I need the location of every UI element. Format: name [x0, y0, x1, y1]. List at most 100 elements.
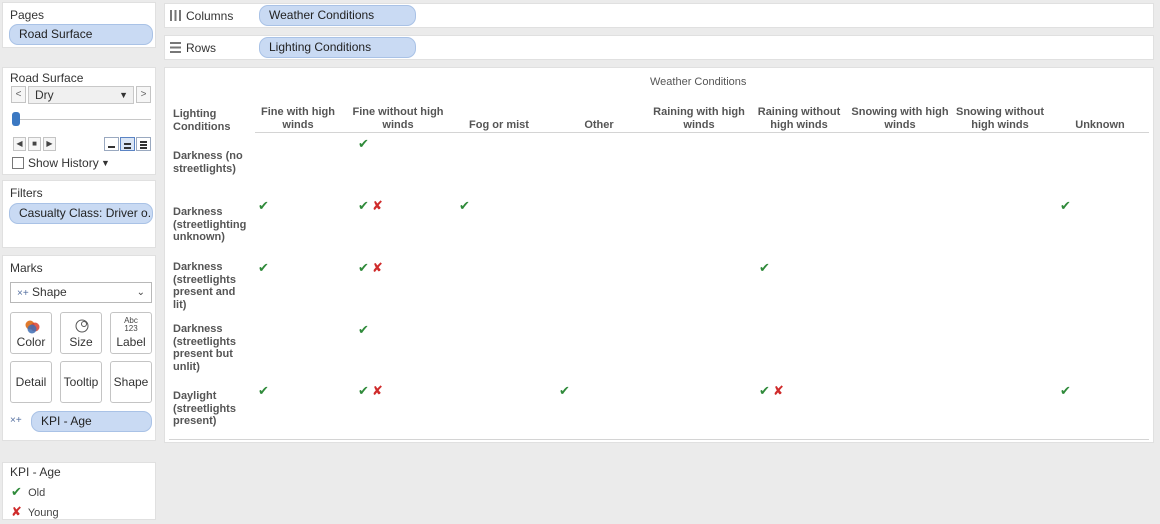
- mark-old-checkmark-icon[interactable]: ✔: [559, 384, 570, 397]
- column-header[interactable]: Raining without high winds: [753, 106, 845, 132]
- color-label: Color: [16, 335, 46, 349]
- page-slider-track[interactable]: [13, 119, 151, 120]
- mark-young-cross-icon[interactable]: ✘: [372, 261, 383, 274]
- page-slider-thumb[interactable]: [12, 112, 20, 126]
- legend-item-old[interactable]: ✔ Old: [11, 484, 45, 500]
- detail-label: Detail: [15, 375, 47, 389]
- mark-old-checkmark-icon[interactable]: ✔: [358, 199, 369, 212]
- mark-type-select[interactable]: ×+ Shape ⌄: [10, 282, 152, 303]
- mark-type-value: Shape: [32, 285, 67, 299]
- columns-shelf-label: Columns: [186, 9, 234, 23]
- size-label: Size: [69, 335, 93, 349]
- column-header[interactable]: Fog or mist: [459, 106, 539, 132]
- mark-old-checkmark-icon[interactable]: ✔: [1060, 199, 1071, 212]
- tooltip-button[interactable]: Tooltip: [60, 361, 102, 403]
- prev-page-glyph: <: [15, 89, 22, 100]
- checkmark-icon: ✔: [11, 484, 22, 499]
- row-header[interactable]: Daylight (streetlights present): [173, 390, 251, 428]
- speed-slow-button[interactable]: [104, 137, 119, 151]
- row-header[interactable]: Darkness (streetlighting unknown): [173, 206, 251, 244]
- shape-label: Shape: [113, 375, 149, 389]
- color-button[interactable]: Color: [10, 312, 52, 354]
- road-surface-control: Road Surface < Dry ▼ > ◀ ■ ▶ Show Histor…: [2, 67, 156, 175]
- pages-title: Pages: [10, 8, 45, 22]
- marks-title: Marks: [10, 261, 43, 275]
- mark-old-checkmark-icon[interactable]: ✔: [358, 384, 369, 397]
- marks-pill-kpi-age[interactable]: KPI - Age: [31, 411, 152, 432]
- mark-old-checkmark-icon[interactable]: ✔: [358, 261, 369, 274]
- columns-shelf[interactable]: Columns Weather Conditions: [164, 3, 1154, 28]
- row-header[interactable]: Darkness (no streetlights): [173, 150, 251, 175]
- columns-shelf-icon: [170, 10, 181, 21]
- chevron-down-icon: ▼: [119, 90, 128, 100]
- road-surface-title: Road Surface: [10, 71, 84, 85]
- column-header[interactable]: Snowing with high winds: [850, 106, 950, 132]
- shape-button[interactable]: Shape: [110, 361, 152, 403]
- detail-button[interactable]: Detail: [10, 361, 52, 403]
- legend-title: KPI - Age: [10, 465, 61, 479]
- column-field-title: Weather Conditions: [650, 76, 747, 88]
- next-page-glyph: >: [140, 89, 147, 100]
- mark-old-checkmark-icon[interactable]: ✔: [1060, 384, 1071, 397]
- pages-card: Pages Road Surface: [2, 2, 156, 48]
- play-back-button[interactable]: ◀: [13, 137, 26, 151]
- mark-young-cross-icon[interactable]: ✘: [372, 384, 383, 397]
- stop-button[interactable]: ■: [28, 137, 41, 151]
- row-header[interactable]: Darkness (streetlights present but unlit…: [173, 323, 251, 373]
- legend-card: KPI - Age ✔ Old ✘ Young: [2, 462, 156, 520]
- size-icon: [75, 319, 89, 333]
- show-history-label: Show History: [28, 156, 99, 170]
- mark-old-checkmark-icon[interactable]: ✔: [759, 384, 770, 397]
- rows-shelf[interactable]: Rows Lighting Conditions: [164, 35, 1154, 60]
- label-icon: Abc 123: [124, 316, 138, 333]
- mark-old-checkmark-icon[interactable]: ✔: [358, 323, 369, 336]
- mark-young-cross-icon[interactable]: ✘: [773, 384, 784, 397]
- filters-card: Filters Casualty Class: Driver o..: [2, 180, 156, 248]
- speed-medium-button[interactable]: [120, 137, 135, 151]
- pages-pill-road-surface[interactable]: Road Surface: [9, 24, 153, 45]
- play-forward-button[interactable]: ▶: [43, 137, 56, 151]
- mark-young-cross-icon[interactable]: ✘: [372, 199, 383, 212]
- column-header[interactable]: Snowing without high winds: [950, 106, 1050, 132]
- cross-icon: ✘: [11, 504, 22, 519]
- column-header[interactable]: Other: [559, 106, 639, 132]
- marks-card: Marks ×+ Shape ⌄ Color Size Abc 123 Labe…: [2, 255, 156, 441]
- color-icon: [25, 320, 40, 334]
- filters-title: Filters: [10, 186, 43, 200]
- mark-old-checkmark-icon[interactable]: ✔: [258, 384, 269, 397]
- next-page-button[interactable]: >: [136, 86, 151, 103]
- mark-old-checkmark-icon[interactable]: ✔: [258, 261, 269, 274]
- speed-fast-button[interactable]: [136, 137, 151, 151]
- show-history-caret-icon[interactable]: ▼: [101, 158, 110, 168]
- chevron-down-icon: ⌄: [136, 287, 145, 298]
- legend-item-young[interactable]: ✘ Young: [11, 504, 59, 520]
- footer-divider: [169, 439, 1149, 440]
- filter-pill-casualty-class[interactable]: Casualty Class: Driver o..: [9, 203, 153, 224]
- mark-old-checkmark-icon[interactable]: ✔: [759, 261, 770, 274]
- legend-label-young: Young: [27, 507, 59, 519]
- column-header[interactable]: Fine without high winds: [348, 106, 448, 132]
- label-button[interactable]: Abc 123 Label: [110, 312, 152, 354]
- road-surface-dropdown[interactable]: Dry ▼: [28, 86, 134, 104]
- mark-old-checkmark-icon[interactable]: ✔: [459, 199, 470, 212]
- size-button[interactable]: Size: [60, 312, 102, 354]
- legend-label-old: Old: [28, 487, 46, 499]
- rows-shelf-label: Rows: [186, 41, 217, 55]
- column-header[interactable]: Raining with high winds: [649, 106, 749, 132]
- mark-old-checkmark-icon[interactable]: ✔: [258, 199, 269, 212]
- mark-old-checkmark-icon[interactable]: ✔: [358, 137, 369, 150]
- rows-pill-lighting-conditions[interactable]: Lighting Conditions: [259, 37, 416, 58]
- prev-page-button[interactable]: <: [11, 86, 26, 103]
- shape-marktype-icon: ×+: [17, 288, 29, 299]
- row-field-title: Lighting Conditions: [173, 108, 231, 133]
- row-header[interactable]: Darkness (streetlights present and lit): [173, 261, 251, 311]
- view-area: Weather Conditions Lighting Conditions F…: [164, 67, 1154, 443]
- column-header[interactable]: Fine with high winds: [252, 106, 344, 132]
- show-history-checkbox[interactable]: [12, 157, 24, 169]
- rows-shelf-icon: [170, 42, 181, 53]
- road-surface-value: Dry: [35, 88, 54, 102]
- header-divider: [255, 132, 1149, 133]
- columns-pill-weather-conditions[interactable]: Weather Conditions: [259, 5, 416, 26]
- column-header[interactable]: Unknown: [1060, 106, 1140, 132]
- shape-field-icon: ×+: [10, 415, 22, 426]
